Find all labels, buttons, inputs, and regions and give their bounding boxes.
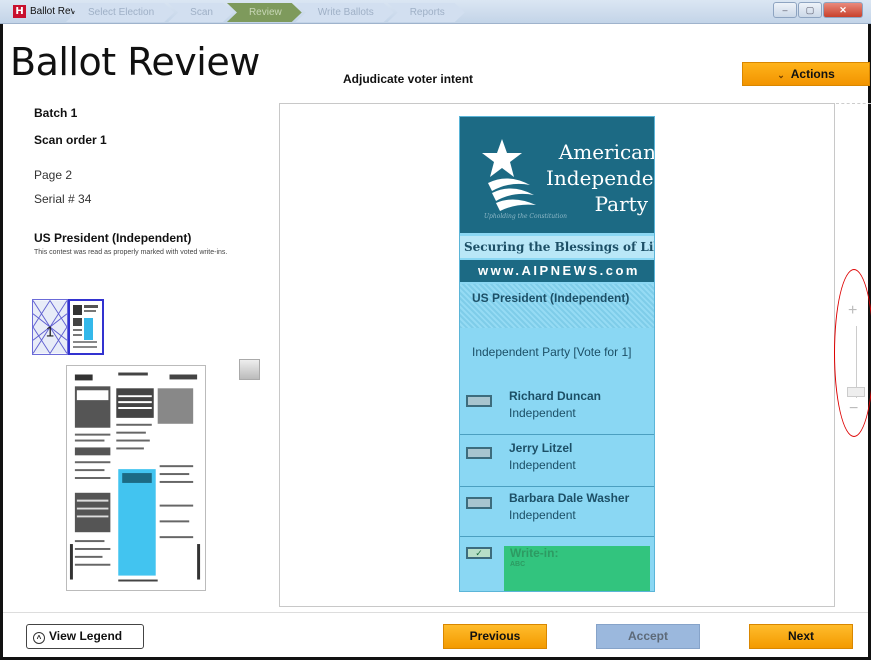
- previous-button[interactable]: Previous: [443, 624, 547, 649]
- candidate-name: Barbara Dale Washer: [509, 491, 630, 505]
- page-thumbnail-1[interactable]: 1: [32, 299, 68, 355]
- checkmark-icon: ✓: [466, 547, 492, 559]
- vote-oval: [466, 497, 492, 509]
- write-in-row: ✓ Write-in: ABC: [460, 542, 654, 591]
- app-logo-icon: H: [13, 5, 26, 18]
- view-legend-button[interactable]: ^ View Legend: [26, 624, 144, 649]
- scan-order-label: Scan order 1: [34, 133, 107, 147]
- chevron-up-icon: ^: [33, 632, 45, 644]
- star-flag-icon: [482, 139, 536, 211]
- write-in-label: Write-in:: [510, 546, 559, 560]
- crumb-write-ballots[interactable]: Write Ballots: [296, 3, 394, 22]
- candidate-row: Richard Duncan Independent: [460, 389, 654, 435]
- vote-oval: [466, 395, 492, 407]
- breadcrumb: Select Election Scan Review Write Ballot…: [66, 3, 459, 22]
- chevron-down-icon: ⌄: [777, 70, 785, 80]
- ballot-slogan: Securing the Blessings of Liberty: [460, 236, 654, 258]
- next-button[interactable]: Next: [749, 624, 853, 649]
- contest-title: US President (Independent): [34, 231, 192, 245]
- candidate-name: Jerry Litzel: [509, 441, 573, 455]
- page-title: Ballot Review: [10, 40, 260, 84]
- write-in-value: ABC: [510, 561, 526, 568]
- close-icon[interactable]: ✕: [823, 2, 863, 18]
- candidate-party: Independent: [509, 508, 576, 522]
- crumb-select-election[interactable]: Select Election: [66, 3, 174, 22]
- party-name: American Independent Party: [546, 140, 655, 216]
- accept-button[interactable]: Accept: [596, 624, 700, 649]
- candidate-party: Independent: [509, 406, 576, 420]
- candidate-party: Independent: [509, 458, 576, 472]
- page-thumbnail-2[interactable]: [68, 299, 104, 355]
- crumb-scan[interactable]: Scan: [168, 3, 233, 22]
- serial-label: Serial # 34: [34, 192, 92, 206]
- svg-text:1: 1: [46, 323, 54, 340]
- crumb-review[interactable]: Review: [227, 3, 302, 22]
- expand-icon[interactable]: [239, 359, 260, 380]
- annotation-circle: [834, 269, 871, 437]
- batch-label: Batch 1: [34, 106, 78, 120]
- candidate-row: Jerry Litzel Independent: [460, 441, 654, 487]
- page-subtitle: Adjudicate voter intent: [343, 72, 474, 86]
- ballot-website: www.AIPNEWS.com: [460, 260, 654, 282]
- party-tagline: Upholding the Constitution: [484, 213, 567, 220]
- actions-button[interactable]: ⌄ Actions: [742, 62, 870, 86]
- party-header: American Independent Party Upholding the…: [460, 117, 655, 233]
- vote-oval: [466, 447, 492, 459]
- ballot-page-preview[interactable]: [66, 365, 206, 591]
- contest-note: This contest was read as properly marked…: [34, 249, 228, 256]
- maximize-icon[interactable]: ▢: [798, 2, 822, 18]
- ballot-contest-image: American Independent Party Upholding the…: [459, 116, 655, 592]
- ballot-instructions: Independent Party [Vote for 1]: [472, 345, 632, 359]
- ballot-contest-title: US President (Independent): [460, 284, 654, 328]
- candidate-row: Barbara Dale Washer Independent: [460, 491, 654, 537]
- minimize-icon[interactable]: –: [773, 2, 797, 18]
- page-label: Page 2: [34, 168, 73, 182]
- window-controls: – ▢ ✕: [773, 2, 863, 18]
- candidate-name: Richard Duncan: [509, 389, 602, 403]
- crumb-reports[interactable]: Reports: [388, 3, 465, 22]
- title-bar: H Ballot Review Select Election Scan Rev…: [0, 0, 871, 24]
